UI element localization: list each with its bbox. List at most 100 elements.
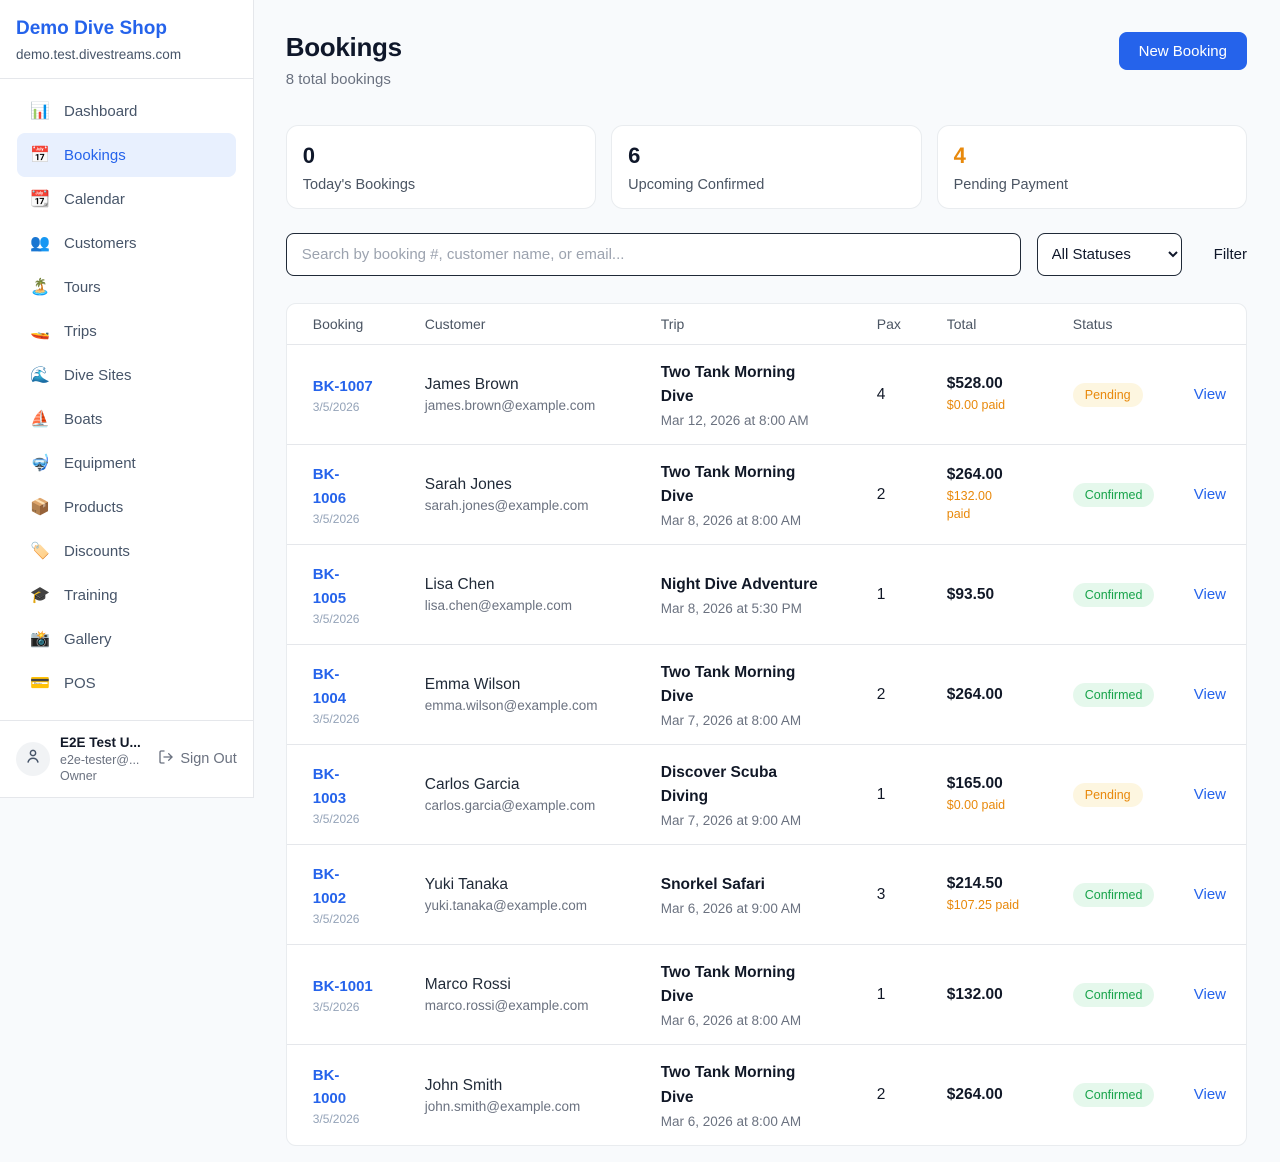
total-cell: $528.00 $0.00 paid	[947, 375, 1073, 414]
view-link[interactable]: View	[1194, 386, 1226, 403]
column-header-customer: Customer	[425, 316, 661, 332]
booking-id-link[interactable]: BK-1007	[313, 375, 425, 398]
customer-email: john.smith@example.com	[425, 1099, 661, 1114]
column-header-total: Total	[947, 316, 1073, 332]
booking-cell: BK- 1004 3/5/2026	[313, 663, 425, 726]
stat-label: Pending Payment	[954, 177, 1230, 193]
sidebar: Demo Dive Shop demo.test.divestreams.com…	[0, 0, 254, 798]
status-cell: Confirmed	[1073, 983, 1194, 1007]
view-link[interactable]: View	[1194, 786, 1226, 803]
total-paid: $132.00 paid	[947, 487, 1073, 523]
total-amount: $214.50	[947, 875, 1073, 893]
sidebar-item-dashboard[interactable]: 📊 Dashboard	[17, 89, 236, 133]
table-row: BK- 1004 3/5/2026 Emma Wilson emma.wilso…	[287, 645, 1246, 745]
view-link[interactable]: View	[1194, 886, 1226, 903]
status-badge: Confirmed	[1073, 1083, 1155, 1107]
filter-button[interactable]: Filter	[1214, 246, 1247, 263]
sidebar-item-boats[interactable]: ⛵ Boats	[17, 397, 236, 441]
stat-label: Upcoming Confirmed	[628, 177, 904, 193]
sidebar-item-calendar[interactable]: 📆 Calendar	[17, 177, 236, 221]
status-select[interactable]: All Statuses	[1037, 233, 1182, 276]
view-link[interactable]: View	[1194, 1086, 1226, 1103]
new-booking-button[interactable]: New Booking	[1119, 32, 1247, 70]
sidebar-item-tours[interactable]: 🏝️ Tours	[17, 265, 236, 309]
user-email: e2e-tester@...	[60, 752, 148, 768]
customer-email: emma.wilson@example.com	[425, 698, 661, 713]
table-row: BK- 1005 3/5/2026 Lisa Chen lisa.chen@ex…	[287, 545, 1246, 645]
page-subtitle: 8 total bookings	[286, 71, 402, 88]
view-link[interactable]: View	[1194, 586, 1226, 603]
customer-email: carlos.garcia@example.com	[425, 798, 661, 813]
sidebar-item-customers[interactable]: 👥 Customers	[17, 221, 236, 265]
actions-cell: View	[1194, 986, 1226, 1004]
booking-id-link[interactable]: BK- 1003	[313, 763, 425, 810]
sidebar-item-label: Dive Sites	[64, 367, 132, 384]
pax-cell: 2	[877, 686, 947, 704]
booking-id-link[interactable]: BK- 1000	[313, 1064, 425, 1111]
customer-name: Yuki Tanaka	[425, 876, 661, 894]
sidebar-item-dive-sites[interactable]: 🌊 Dive Sites	[17, 353, 236, 397]
customer-name: Emma Wilson	[425, 676, 661, 694]
pax-cell: 2	[877, 1086, 947, 1104]
status-cell: Confirmed	[1073, 483, 1194, 507]
booking-date: 3/5/2026	[313, 1112, 425, 1126]
sidebar-item-gallery[interactable]: 📸 Gallery	[17, 617, 236, 661]
booking-id-link[interactable]: BK- 1002	[313, 863, 425, 910]
status-cell: Confirmed	[1073, 583, 1194, 607]
status-badge: Confirmed	[1073, 883, 1155, 907]
customer-name: James Brown	[425, 376, 661, 394]
main-content: Bookings 8 total bookings New Booking 0 …	[254, 0, 1280, 1146]
total-amount: $264.00	[947, 686, 1073, 704]
table-row: BK- 1002 3/5/2026 Yuki Tanaka yuki.tanak…	[287, 845, 1246, 945]
view-link[interactable]: View	[1194, 486, 1226, 503]
sidebar-item-label: Boats	[64, 411, 102, 428]
total-cell: $214.50 $107.25 paid	[947, 875, 1073, 914]
booking-cell: BK- 1005 3/5/2026	[313, 563, 425, 626]
user-info: E2E Test U... e2e-tester@... Owner	[60, 734, 148, 784]
booking-id-link[interactable]: BK-1001	[313, 975, 425, 998]
total-amount: $264.00	[947, 1086, 1073, 1104]
booking-date: 3/5/2026	[313, 812, 425, 826]
view-link[interactable]: View	[1194, 986, 1226, 1003]
sidebar-item-bookings[interactable]: 📅 Bookings	[17, 133, 236, 177]
status-badge: Confirmed	[1073, 583, 1155, 607]
table-body: BK-1007 3/5/2026 James Brown james.brown…	[287, 345, 1246, 1145]
booking-id-link[interactable]: BK- 1006	[313, 463, 425, 510]
booking-date: 3/5/2026	[313, 1000, 425, 1014]
total-paid: $0.00 paid	[947, 796, 1073, 814]
sidebar-item-trips[interactable]: 🚤 Trips	[17, 309, 236, 353]
trip-cell: Two Tank Morning Dive Mar 8, 2026 at 8:0…	[661, 461, 877, 528]
total-amount: $93.50	[947, 586, 1073, 604]
sidebar-item-pos[interactable]: 💳 POS	[17, 661, 236, 705]
user-role: Owner	[60, 768, 148, 784]
sidebar-item-training[interactable]: 🎓 Training	[17, 573, 236, 617]
trip-time: Mar 6, 2026 at 8:00 AM	[661, 1114, 877, 1129]
trip-cell: Two Tank Morning Dive Mar 6, 2026 at 8:0…	[661, 961, 877, 1028]
avatar	[16, 742, 50, 776]
total-cell: $132.00	[947, 986, 1073, 1004]
booking-date: 3/5/2026	[313, 612, 425, 626]
trip-time: Mar 8, 2026 at 8:00 AM	[661, 513, 877, 528]
sidebar-item-discounts[interactable]: 🏷️ Discounts	[17, 529, 236, 573]
status-cell: Confirmed	[1073, 883, 1194, 907]
customer-email: sarah.jones@example.com	[425, 498, 661, 513]
total-cell: $264.00 $132.00 paid	[947, 466, 1073, 523]
sign-out-button[interactable]: Sign Out	[158, 749, 236, 769]
trip-name: Two Tank Morning Dive	[661, 1061, 877, 1109]
sidebar-item-equipment[interactable]: 🤿 Equipment	[17, 441, 236, 485]
search-input[interactable]	[286, 233, 1021, 276]
sidebar-item-label: Bookings	[64, 147, 126, 164]
stat-card-upcoming-confirmed: 6 Upcoming Confirmed	[611, 125, 921, 209]
dive-sites-icon: 🌊	[30, 365, 50, 385]
dashboard-icon: 📊	[30, 101, 50, 121]
sidebar-item-products[interactable]: 📦 Products	[17, 485, 236, 529]
booking-cell: BK-1007 3/5/2026	[313, 375, 425, 414]
booking-id-link[interactable]: BK- 1004	[313, 663, 425, 710]
sidebar-item-label: Products	[64, 499, 123, 516]
sidebar-item-label: Discounts	[64, 543, 130, 560]
view-link[interactable]: View	[1194, 686, 1226, 703]
booking-id-link[interactable]: BK- 1005	[313, 563, 425, 610]
customers-icon: 👥	[30, 233, 50, 253]
pax-cell: 4	[877, 386, 947, 404]
total-cell: $165.00 $0.00 paid	[947, 775, 1073, 814]
